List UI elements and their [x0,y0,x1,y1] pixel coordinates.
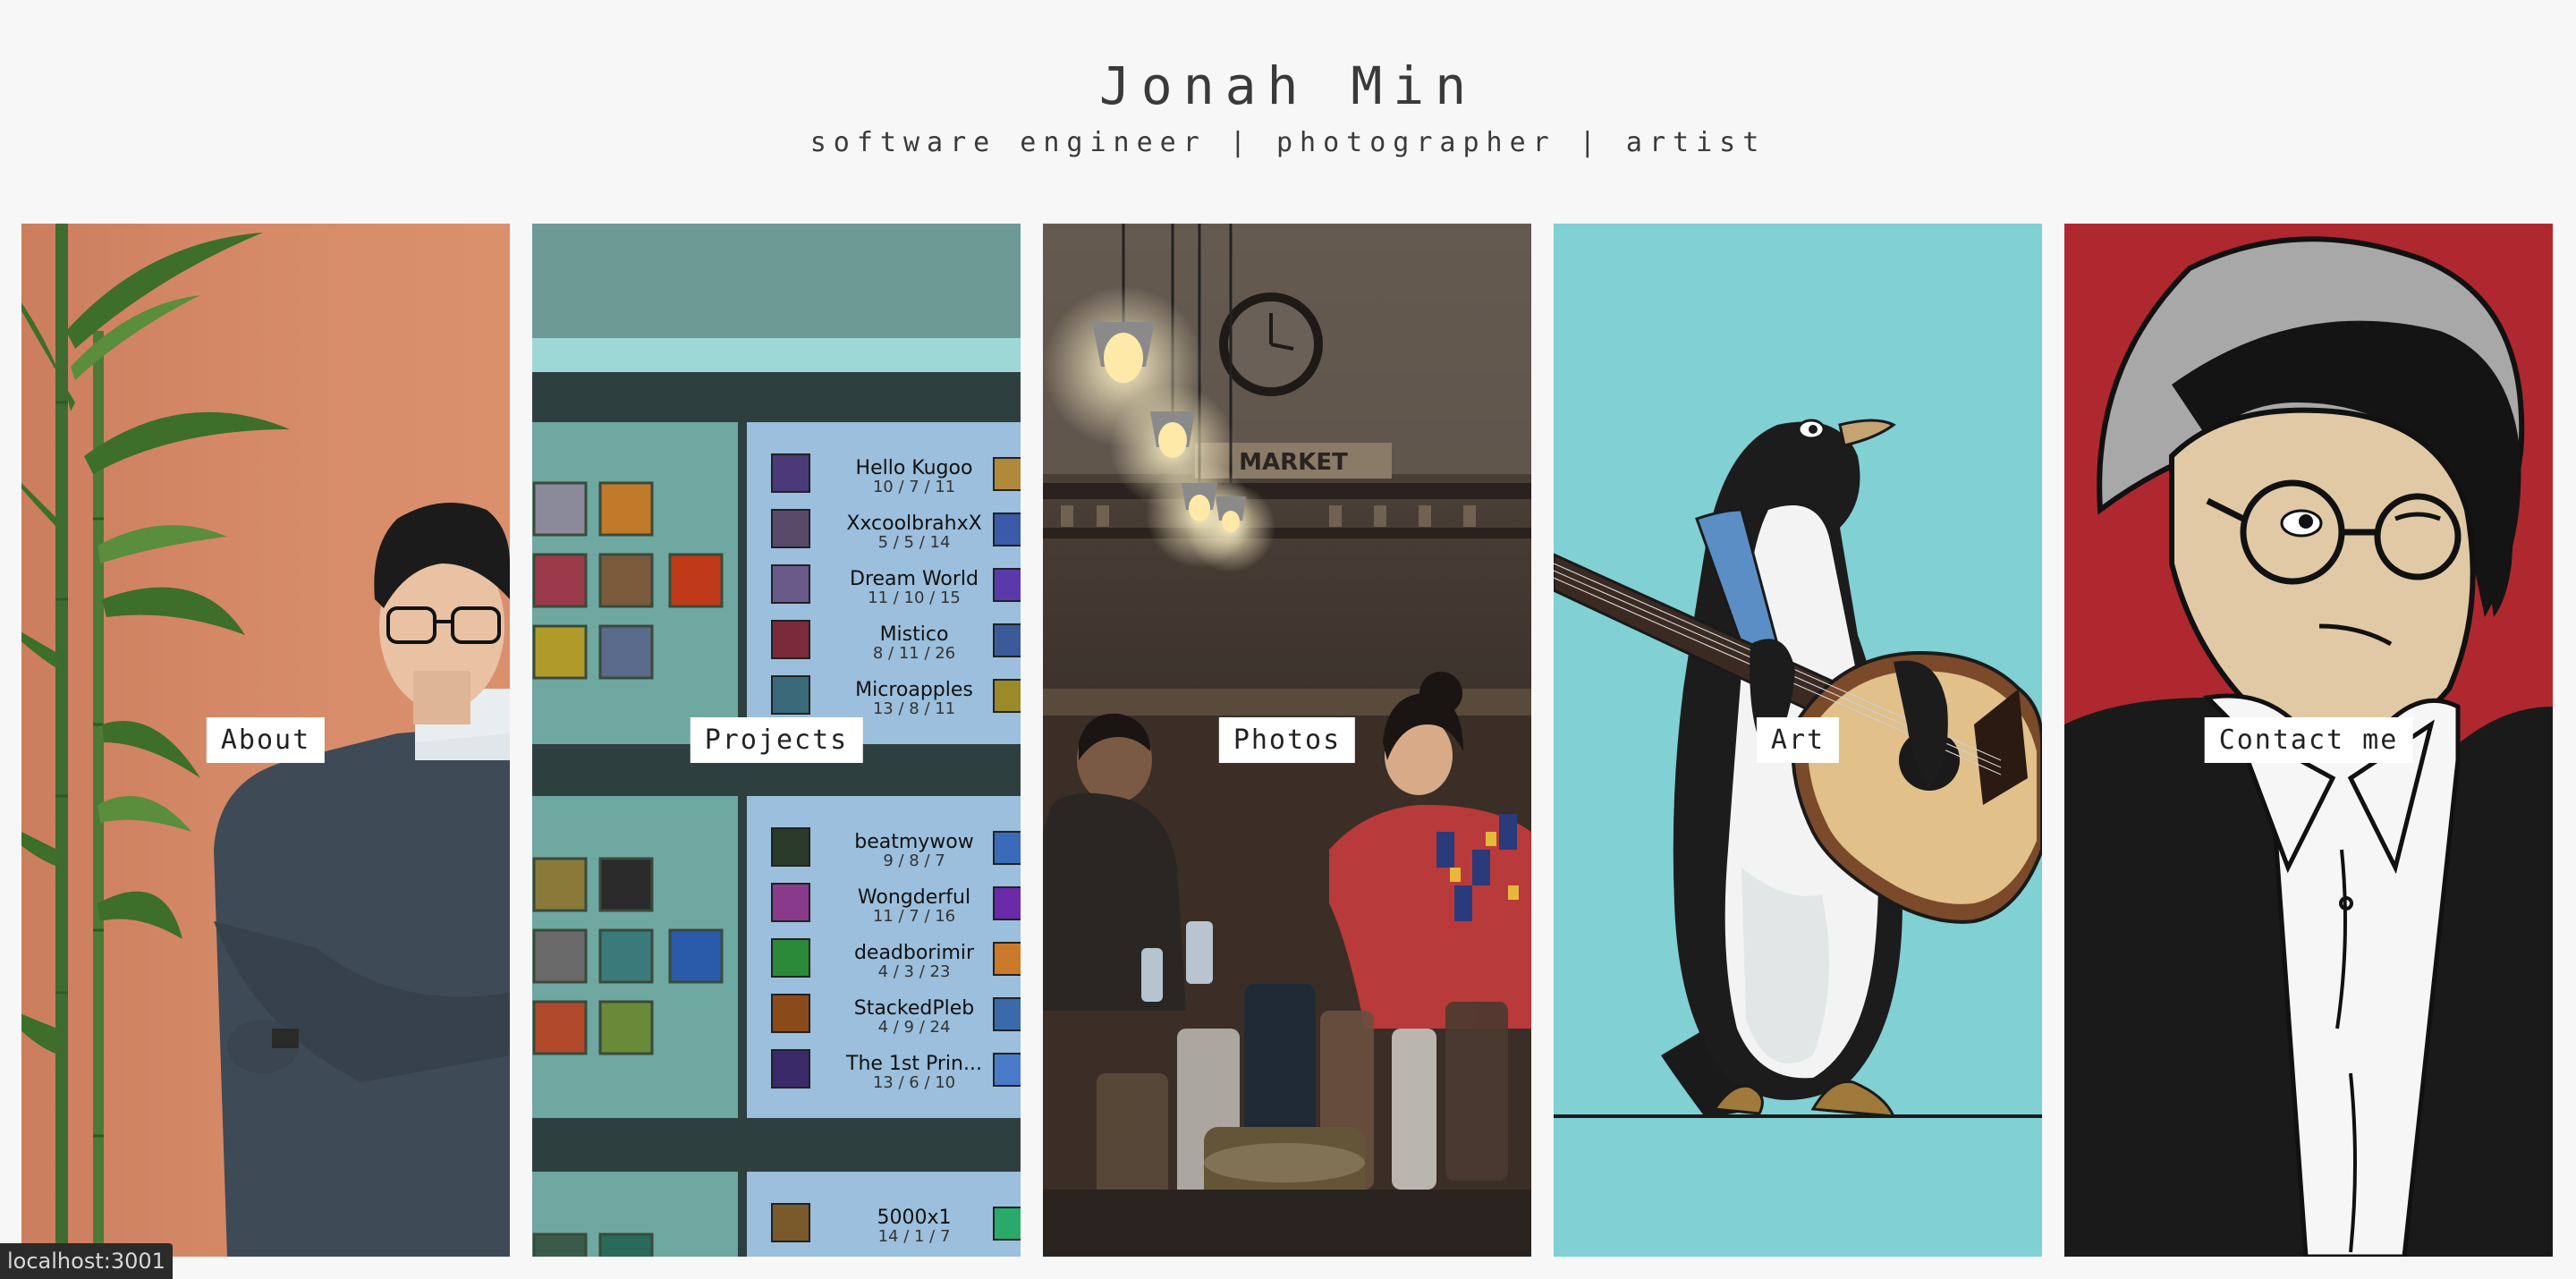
site-title: Jonah Min [1098,55,1478,116]
panel-projects[interactable]: Hello Kugoo 10 / 7 / 11 XxcoolbrahxX 5 /… [532,224,1021,1257]
project-row-kda: 14 / 1 / 7 [878,1227,951,1246]
panel-label-projects[interactable]: Projects [690,717,863,763]
project-row-name: 5000x1 [877,1207,951,1229]
project-row-name: Mistico [880,623,949,646]
project-row-kda: 4 / 9 / 24 [878,1018,951,1037]
project-row-name: The 1st Prin... [845,1053,982,1075]
site-subtitle: software engineer | photographer | artis… [809,127,1767,158]
panel-art[interactable]: Art [1554,224,2042,1257]
project-row-name: beatmywow [854,831,974,853]
project-row-kda: 5 / 5 / 14 [878,533,951,552]
panel-contact[interactable]: Contact me [2064,224,2553,1257]
panel-photos[interactable]: MARKET Photos [1043,224,1531,1257]
project-row-kda: 8 / 11 / 26 [873,644,955,663]
panel-label-photos[interactable]: Photos [1218,717,1356,763]
project-row-name: deadborimir [854,942,975,964]
project-row-kda: 13 / 8 / 11 [873,699,955,718]
panel-label-about[interactable]: About [206,717,326,763]
svg-text:MARKET: MARKET [1239,449,1348,476]
panel-about[interactable]: About [21,224,510,1257]
project-row-kda: 9 / 8 / 7 [883,851,945,870]
project-row-name: StackedPleb [854,997,975,1020]
project-row-kda: 11 / 10 / 15 [868,589,961,607]
project-row-kda: 4 / 3 / 23 [878,962,951,981]
project-row-kda: 11 / 7 / 16 [873,907,955,926]
project-row-name: Microapples [855,679,973,701]
project-row-kda: 10 / 7 / 11 [873,478,955,496]
project-row-name: Dream World [850,568,979,590]
nav-panels: About Hello Kugoo 10 / 7 / 11 Xxcoolbrah… [21,224,2555,1257]
project-row-name: Hello Kugoo [856,457,973,479]
panel-label-contact[interactable]: Contact me [2204,717,2413,763]
project-row-kda: 13 / 6 / 10 [873,1073,955,1092]
site-header: Jonah Min software engineer | photograph… [0,0,2576,224]
project-row-name: XxcoolbrahxX [846,512,981,535]
browser-status-url: localhost:3001 [0,1243,173,1279]
project-row-name: Wongderful [858,886,970,909]
panel-label-art[interactable]: Art [1756,717,1840,763]
